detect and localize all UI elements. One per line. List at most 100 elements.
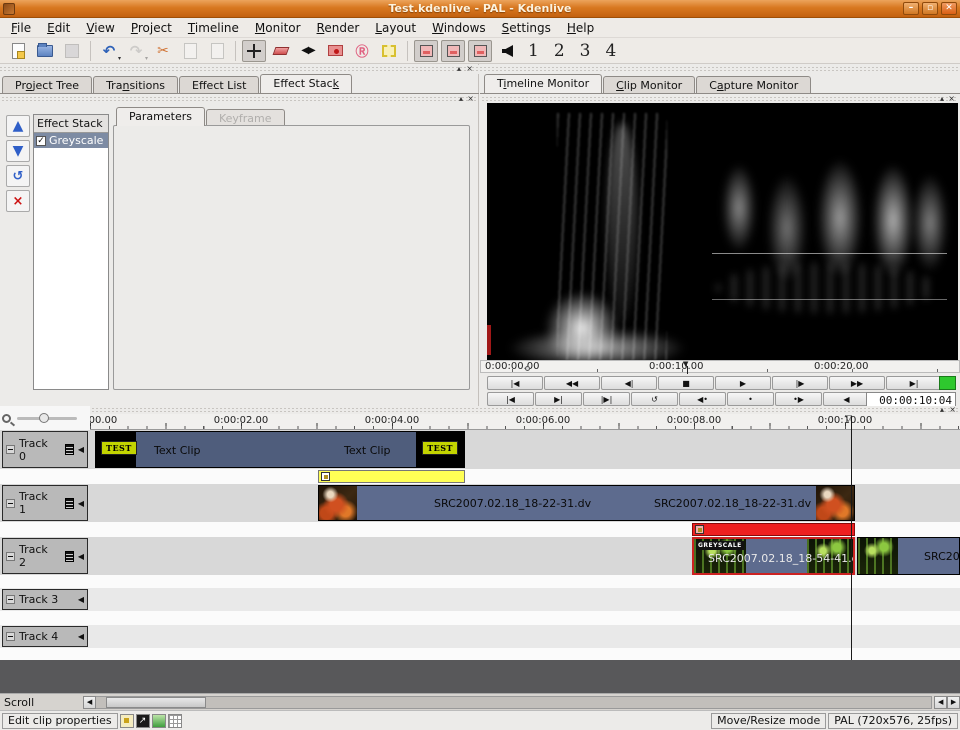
razor-tool-button[interactable] — [269, 40, 293, 62]
effect-move-down-button[interactable]: ▼ — [6, 140, 30, 162]
collapse-track-icon[interactable] — [6, 595, 15, 604]
dock-handle[interactable] — [480, 65, 960, 74]
layout-3-button[interactable]: 3 — [574, 41, 597, 61]
track-lane-3[interactable] — [0, 588, 960, 611]
tab-clip-monitor[interactable]: Clip Monitor — [603, 76, 695, 93]
loop-zone-button[interactable]: ↺ — [631, 392, 678, 406]
transition-red[interactable] — [692, 523, 855, 536]
scroll-left-button-2[interactable]: ◀ — [934, 696, 947, 709]
layout-1-button[interactable]: 1 — [522, 41, 545, 61]
minimize-button[interactable]: – — [903, 2, 919, 15]
video-clip-1[interactable]: SRC2007.02.18_18-22-31.dv SRC2007.02.18_… — [318, 485, 855, 521]
close-button[interactable]: ✕ — [941, 2, 957, 15]
text-clip[interactable]: TEST TEST Text Clip Text Clip — [95, 431, 465, 468]
horizontal-scrollbar[interactable] — [96, 696, 932, 709]
track-lane-4[interactable] — [0, 625, 960, 648]
snap-mode-button[interactable] — [414, 40, 438, 62]
monitor-ruler[interactable]: 0:00:00.00 0:00:10.00 0:00:20.00 ▼ — [480, 360, 960, 373]
timeline-ruler[interactable]: 0:00:00.00 0:00:02.00 0:00:04.00 0:00:06… — [0, 414, 960, 430]
overwrite-mode-button[interactable] — [441, 40, 465, 62]
redo-button[interactable]: ↷▾ — [124, 40, 148, 62]
properties-grid-icon[interactable] — [168, 714, 182, 728]
effect-reset-button[interactable]: ↺ — [6, 165, 30, 187]
dock-float-icon[interactable]: ▴ — [940, 94, 944, 103]
dock-close-icon[interactable]: × — [949, 405, 956, 414]
tab-capture-monitor[interactable]: Capture Monitor — [696, 76, 811, 93]
next-marker-button[interactable]: •▶ — [775, 392, 822, 406]
video-clip-2-selected[interactable]: GREYSCALE SRC2007.02.18_18-54-41.dv — [692, 537, 855, 575]
add-marker-button[interactable]: • — [727, 392, 774, 406]
text-clip-tool-icon[interactable] — [120, 714, 134, 728]
menu-timeline[interactable]: Timeline — [181, 19, 246, 37]
dock-handle[interactable]: ▴ × — [2, 95, 477, 104]
monitor-playhead[interactable]: ▼ — [683, 361, 692, 374]
track-header-0[interactable]: Track 0 ◀ — [2, 431, 88, 468]
collapse-track-icon[interactable] — [6, 552, 15, 561]
tab-timeline-monitor[interactable]: Timeline Monitor — [484, 74, 602, 93]
render-region-button[interactable]: Ⓡ — [350, 40, 374, 62]
undo-button[interactable]: ↶▾ — [97, 40, 121, 62]
track-header-4[interactable]: Track 4 ◀ — [2, 626, 88, 647]
scroll-right-button[interactable]: ▶ — [947, 696, 960, 709]
zoom-slider-thumb[interactable] — [39, 413, 49, 423]
monitor-zone-marker[interactable] — [525, 366, 530, 371]
timeline-zoom-slider[interactable] — [17, 417, 77, 420]
copy-button[interactable] — [178, 40, 202, 62]
fast-forward-button[interactable]: ▶▶ — [829, 376, 885, 390]
dock-close-icon[interactable]: × — [466, 64, 473, 73]
back-button[interactable]: ◀ — [823, 392, 870, 406]
zone-start-button[interactable]: |◀ — [487, 392, 534, 406]
dock-handle[interactable]: ▴ × — [0, 65, 479, 74]
paste-button[interactable] — [205, 40, 229, 62]
playhead-line[interactable] — [851, 416, 852, 660]
cut-button[interactable]: ✂ — [151, 40, 175, 62]
go-start-button[interactable] — [495, 40, 519, 62]
menu-settings[interactable]: Settings — [495, 19, 558, 37]
effect-enabled-checkbox[interactable]: ✓ — [36, 136, 46, 146]
menu-project[interactable]: Project — [124, 19, 179, 37]
selection-button[interactable] — [377, 40, 401, 62]
go-start-button[interactable]: |◀ — [487, 376, 543, 390]
zone-end-button[interactable]: ▶| — [535, 392, 582, 406]
go-end-button[interactable]: ▶| — [886, 376, 942, 390]
move-tool-button[interactable] — [242, 40, 266, 62]
effect-move-up-button[interactable]: ▲ — [6, 115, 30, 137]
tab-effect-list[interactable]: Effect List — [179, 76, 259, 93]
stop-button[interactable]: ■ — [658, 376, 714, 390]
tab-project-tree[interactable]: Project Tree — [2, 76, 92, 93]
track-header-2[interactable]: Track 2 ◀ — [2, 538, 88, 574]
effect-stack-list[interactable]: Effect Stack ✓ Greyscale — [33, 114, 109, 390]
menu-windows[interactable]: Windows — [425, 19, 493, 37]
playhead-marker[interactable]: ▽ — [845, 414, 852, 424]
save-project-button[interactable] — [60, 40, 84, 62]
video-clip-3[interactable]: SRC2007.02.18_18-54-41.dv — [857, 537, 960, 575]
menu-view[interactable]: View — [79, 19, 121, 37]
dock-close-icon[interactable]: × — [467, 94, 474, 103]
dock-float-icon[interactable]: ▴ — [459, 94, 463, 103]
play-button[interactable]: ▶ — [715, 376, 771, 390]
layout-4-button[interactable]: 4 — [599, 41, 622, 61]
open-project-button[interactable] — [33, 40, 57, 62]
effect-item-greyscale[interactable]: ✓ Greyscale — [34, 133, 108, 148]
menu-layout[interactable]: Layout — [368, 19, 423, 37]
dock-close-icon[interactable]: × — [948, 94, 955, 103]
menu-help[interactable]: Help — [560, 19, 601, 37]
collapse-track-icon[interactable] — [6, 499, 15, 508]
menu-render[interactable]: Render — [310, 19, 367, 37]
scroll-left-button[interactable]: ◀ — [83, 696, 96, 709]
play-zone-button[interactable]: |▶| — [583, 392, 630, 406]
record-region-button[interactable] — [323, 40, 347, 62]
scrollbar-thumb[interactable] — [106, 697, 206, 708]
menu-edit[interactable]: Edit — [40, 19, 77, 37]
effect-delete-button[interactable]: × — [6, 190, 30, 212]
prev-marker-button[interactable]: ◀• — [679, 392, 726, 406]
maximize-button[interactable]: ▫ — [922, 2, 938, 15]
dock-float-icon[interactable]: ▴ — [940, 405, 944, 414]
spacer-tool-button[interactable]: ◀▶ — [296, 40, 320, 62]
collapse-track-icon[interactable] — [6, 632, 15, 641]
tab-parameters[interactable]: Parameters — [116, 107, 205, 126]
menu-monitor[interactable]: Monitor — [248, 19, 308, 37]
new-project-button[interactable] — [6, 40, 30, 62]
menu-file[interactable]: File — [4, 19, 38, 37]
rewind-button[interactable]: ◀◀ — [544, 376, 600, 390]
